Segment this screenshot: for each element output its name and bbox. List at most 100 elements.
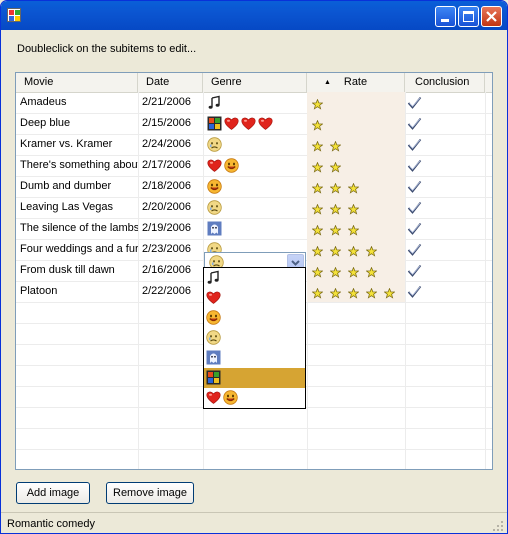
close-icon (486, 11, 497, 22)
cell-rate[interactable] (307, 281, 405, 302)
star-icon (329, 286, 342, 299)
table-row[interactable]: The silence of the lambs 2/19/2006 (16, 218, 492, 239)
table-row[interactable]: Leaving Las Vegas 2/20/2006 (16, 197, 492, 218)
check-icon (407, 263, 422, 278)
cell-rate[interactable] (307, 197, 405, 218)
star-icon (329, 265, 342, 278)
cell-movie[interactable]: From dusk till dawn (16, 260, 138, 281)
column-header-movie[interactable]: Movie (16, 73, 138, 92)
cell-movie[interactable]: Dumb and dumber (16, 176, 138, 197)
star-icon (347, 286, 360, 299)
cell-genre[interactable] (203, 134, 307, 155)
cell-date[interactable]: 2/15/2006 (138, 113, 203, 134)
ghost-icon (206, 350, 221, 365)
status-bar: Romantic comedy (1, 512, 507, 533)
cell-date[interactable]: 2/17/2006 (138, 155, 203, 176)
dropdown-option[interactable] (204, 368, 305, 388)
cell-rate[interactable] (307, 155, 405, 176)
cell-movie[interactable]: Deep blue (16, 113, 138, 134)
cell-date[interactable]: 2/18/2006 (138, 176, 203, 197)
cell-genre[interactable] (203, 176, 307, 197)
cell-rate[interactable] (307, 113, 405, 134)
cell-conclusion[interactable] (405, 281, 485, 302)
cell-conclusion[interactable] (405, 218, 485, 239)
cell-movie[interactable]: Four weddings and a fur (16, 239, 138, 260)
column-header-rate[interactable]: ▲ Rate (307, 73, 405, 92)
star-icon (347, 265, 360, 278)
check-icon (407, 158, 422, 173)
film-icon (206, 370, 221, 385)
cell-movie[interactable]: Platoon (16, 281, 138, 302)
table-row[interactable]: Deep blue 2/15/2006 (16, 113, 492, 134)
table-row[interactable]: Kramer vs. Kramer 2/24/2006 (16, 134, 492, 155)
maximize-button[interactable] (458, 6, 479, 27)
cell-date[interactable]: 2/23/2006 (138, 239, 203, 260)
main-window: Doubleclick on the subitems to edit... M… (0, 0, 508, 534)
maximize-icon (463, 11, 474, 22)
cell-genre[interactable] (203, 197, 307, 218)
status-text: Romantic comedy (7, 518, 96, 530)
table-row[interactable]: There's something about 2/17/2006 (16, 155, 492, 176)
dropdown-option[interactable] (204, 288, 305, 308)
cell-rate[interactable] (307, 134, 405, 155)
cell-date[interactable]: 2/19/2006 (138, 218, 203, 239)
cell-rate[interactable] (307, 239, 405, 260)
cell-genre[interactable] (203, 113, 307, 134)
app-icon[interactable] (7, 8, 21, 22)
table-row[interactable]: Dumb and dumber 2/18/2006 (16, 176, 492, 197)
resize-grip-icon[interactable] (492, 520, 504, 532)
cell-conclusion[interactable] (405, 197, 485, 218)
star-icon (311, 265, 324, 278)
cell-date[interactable]: 2/16/2006 (138, 260, 203, 281)
cell-genre[interactable] (203, 218, 307, 239)
check-icon (407, 116, 422, 131)
cell-conclusion[interactable] (405, 134, 485, 155)
dropdown-option[interactable] (204, 388, 305, 408)
cell-genre[interactable] (203, 92, 307, 113)
minimize-button[interactable] (435, 6, 456, 27)
cell-movie[interactable]: There's something about (16, 155, 138, 176)
cell-date[interactable]: 2/22/2006 (138, 281, 203, 302)
cell-date[interactable]: 2/21/2006 (138, 92, 203, 113)
table-row[interactable]: Amadeus 2/21/2006 (16, 92, 492, 113)
cell-date[interactable]: 2/24/2006 (138, 134, 203, 155)
dropdown-option[interactable] (204, 328, 305, 348)
smile-icon (224, 157, 239, 173)
cell-movie[interactable]: The silence of the lambs (16, 218, 138, 239)
cell-rate[interactable] (307, 92, 405, 113)
column-header-genre[interactable]: Genre (203, 73, 307, 92)
dropdown-option[interactable] (204, 308, 305, 328)
dropdown-option[interactable] (204, 268, 305, 288)
cell-movie[interactable]: Amadeus (16, 92, 138, 113)
star-icon (365, 286, 378, 299)
cell-conclusion[interactable] (405, 176, 485, 197)
cell-rate[interactable] (307, 260, 405, 281)
cell-rate[interactable] (307, 176, 405, 197)
column-header-date[interactable]: Date (138, 73, 203, 92)
star-icon (311, 97, 324, 110)
genre-dropdown-list[interactable] (203, 267, 306, 409)
column-header-filler (485, 73, 492, 92)
cell-conclusion[interactable] (405, 260, 485, 281)
remove-image-button[interactable]: Remove image (106, 482, 194, 504)
title-bar[interactable] (1, 1, 507, 30)
cell-rate[interactable] (307, 218, 405, 239)
cell-genre[interactable] (203, 155, 307, 176)
heart-icon (207, 158, 222, 173)
cell-conclusion[interactable] (405, 239, 485, 260)
heart-icon (224, 116, 239, 131)
cell-conclusion[interactable] (405, 113, 485, 134)
cell-movie[interactable]: Leaving Las Vegas (16, 197, 138, 218)
star-icon (311, 139, 324, 152)
cell-conclusion[interactable] (405, 155, 485, 176)
close-button[interactable] (481, 6, 502, 27)
cell-movie[interactable]: Kramer vs. Kramer (16, 134, 138, 155)
check-icon (407, 95, 422, 110)
cell-date[interactable]: 2/20/2006 (138, 197, 203, 218)
star-icon (329, 181, 342, 194)
cell-conclusion[interactable] (405, 92, 485, 113)
column-header-conclusion[interactable]: Conclusion (405, 73, 485, 92)
star-icon (311, 202, 324, 215)
add-image-button[interactable]: Add image (16, 482, 90, 504)
dropdown-option[interactable] (204, 348, 305, 368)
